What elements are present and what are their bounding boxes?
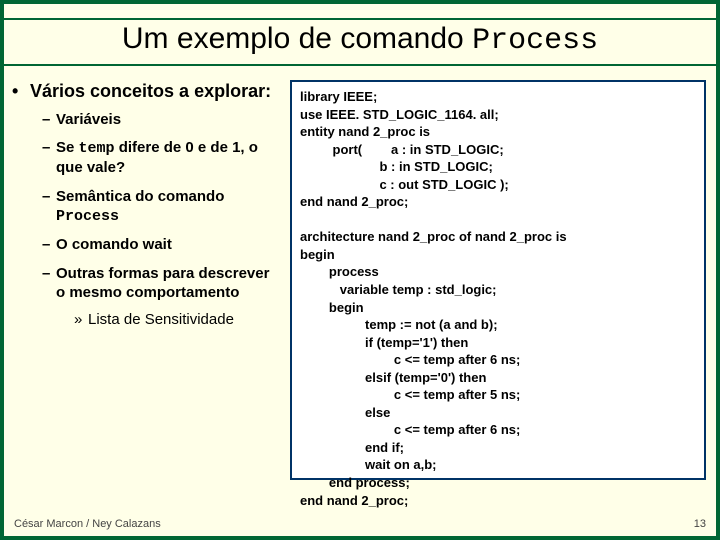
sub-item-3-a: Semântica do comando <box>56 188 224 205</box>
bullet-dot-icon: • <box>12 80 30 103</box>
left-column: • Vários conceitos a explorar: Variáveis… <box>12 80 282 480</box>
subsub-item-1: Lista de Sensitividade <box>74 311 282 330</box>
code-content: library IEEE; use IEEE. STD_LOGIC_1164. … <box>300 89 567 508</box>
footer-page: 13 <box>694 518 706 530</box>
subsub-item-1-text: Lista de Sensitividade <box>88 311 234 328</box>
footer: César Marcon / Ney Calazans 13 <box>14 518 706 530</box>
sub-item-4-text: O comando wait <box>56 236 172 253</box>
main-bullet: • Vários conceitos a explorar: <box>12 80 282 103</box>
sub-item-3-mono: Process <box>56 208 119 225</box>
sub-item-1: Variáveis <box>42 111 282 130</box>
title-mono: Process <box>472 24 598 58</box>
sub-item-5: Outras formas para descrever o mesmo com… <box>42 265 282 329</box>
slide-title: Um exemplo de comando Process <box>4 22 716 58</box>
sub-item-4: O comando wait <box>42 236 282 255</box>
sub-item-2-mono: temp <box>79 140 115 157</box>
title-text: Um exemplo de comando <box>122 22 472 55</box>
title-bar: Um exemplo de comando Process <box>4 18 716 66</box>
sub-item-1-text: Variáveis <box>56 111 121 128</box>
subsub-list: Lista de Sensitividade <box>56 311 282 330</box>
slide: Um exemplo de comando Process • Vários c… <box>0 0 720 540</box>
sub-item-3: Semântica do comando Process <box>42 188 282 227</box>
sub-list: Variáveis Se temp difere de 0 e de 1, o … <box>12 111 282 330</box>
sub-item-2: Se temp difere de 0 e de 1, o que vale? <box>42 139 282 178</box>
sub-item-2-a: Se <box>56 139 79 156</box>
sub-item-5-text: Outras formas para descrever o mesmo com… <box>56 265 269 301</box>
code-box: library IEEE; use IEEE. STD_LOGIC_1164. … <box>290 80 706 480</box>
main-bullet-text: Vários conceitos a explorar: <box>30 80 271 103</box>
footer-authors: César Marcon / Ney Calazans <box>14 518 161 530</box>
content-row: • Vários conceitos a explorar: Variáveis… <box>4 66 716 480</box>
